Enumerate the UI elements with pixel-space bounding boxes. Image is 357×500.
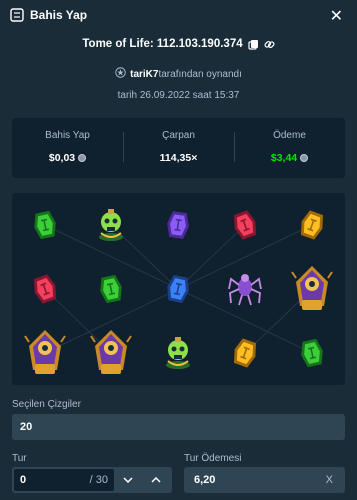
selected-lines-field: 20 bbox=[12, 414, 345, 440]
tome-wizard-icon bbox=[279, 257, 345, 321]
bet-amount-stat: Bahis Yap $0,03 bbox=[12, 130, 123, 166]
round-prev-button[interactable] bbox=[114, 469, 142, 491]
red-rune-gem-icon bbox=[12, 257, 78, 321]
round-input[interactable]: 0 / 30 bbox=[14, 469, 114, 491]
round-payout-suffix: X bbox=[325, 474, 333, 486]
slot-board bbox=[12, 193, 345, 385]
game-title-row: Tome of Life: 112.103.190.374 bbox=[0, 38, 357, 50]
bet-date: tarih 26.09.2022 saat 15:37 bbox=[117, 90, 240, 101]
round-field: 0 / 30 bbox=[12, 467, 172, 493]
bet-amount-label: Bahis Yap bbox=[45, 130, 90, 141]
payout-stat: Ödeme $3,44 bbox=[234, 130, 345, 166]
multiplier-stat: Çarpan 114,35× bbox=[123, 130, 234, 166]
blue-rune-gem-icon bbox=[145, 257, 211, 321]
modal-header: Bahis Yap ✕ bbox=[0, 0, 357, 30]
bet-stats-panel: Bahis Yap $0,03 Çarpan 114,35× Ödeme $3,… bbox=[12, 118, 345, 178]
green-rune-gem-icon bbox=[12, 193, 78, 257]
chevron-up-icon bbox=[151, 474, 161, 486]
played-by-row: tariK7tarafından oynandı bbox=[0, 67, 357, 81]
round-label: Tur bbox=[12, 453, 27, 464]
close-icon[interactable]: ✕ bbox=[330, 6, 343, 26]
star-badge-icon bbox=[115, 67, 126, 81]
red-rune-gem-icon bbox=[212, 193, 278, 257]
played-by-suffix: tarafından oynandı bbox=[158, 68, 242, 80]
green-rune-gem-icon bbox=[78, 257, 144, 321]
round-payout-value: 6,20 bbox=[194, 474, 216, 486]
purple-spider-icon bbox=[212, 257, 278, 321]
bet-slip-icon bbox=[10, 8, 24, 22]
tome-wizard-icon bbox=[78, 321, 144, 385]
bet-amount-value: $0,03 bbox=[49, 152, 87, 164]
round-total: / 30 bbox=[89, 474, 108, 486]
yellow-rune-gem-icon bbox=[212, 321, 278, 385]
link-icon[interactable] bbox=[264, 39, 275, 50]
chevron-down-icon bbox=[123, 474, 133, 486]
green-skull-potion-icon bbox=[145, 321, 211, 385]
multiplier-value: 114,35× bbox=[159, 152, 198, 164]
coin-icon bbox=[300, 154, 309, 162]
game-title: Tome of Life: 112.103.190.374 bbox=[82, 38, 243, 50]
green-skull-potion-icon bbox=[78, 193, 144, 257]
modal-title: Bahis Yap bbox=[30, 8, 88, 22]
player-username[interactable]: tariK7 bbox=[130, 69, 158, 80]
payout-value: $3,44 bbox=[271, 152, 309, 164]
multiplier-label: Çarpan bbox=[162, 130, 195, 141]
payout-label: Ödeme bbox=[273, 130, 306, 141]
round-payout-label: Tur Ödemesi bbox=[184, 453, 242, 464]
tome-wizard-icon bbox=[12, 321, 78, 385]
selected-lines-label: Seçilen Çizgiler bbox=[12, 399, 81, 410]
yellow-rune-gem-icon bbox=[279, 193, 345, 257]
round-payout-field: 6,20 X bbox=[184, 467, 345, 493]
copy-icon[interactable] bbox=[248, 39, 259, 50]
purple-rune-gem-icon bbox=[145, 193, 211, 257]
green-rune-gem-icon bbox=[279, 321, 345, 385]
coin-icon bbox=[78, 154, 87, 162]
round-next-button[interactable] bbox=[142, 469, 170, 491]
